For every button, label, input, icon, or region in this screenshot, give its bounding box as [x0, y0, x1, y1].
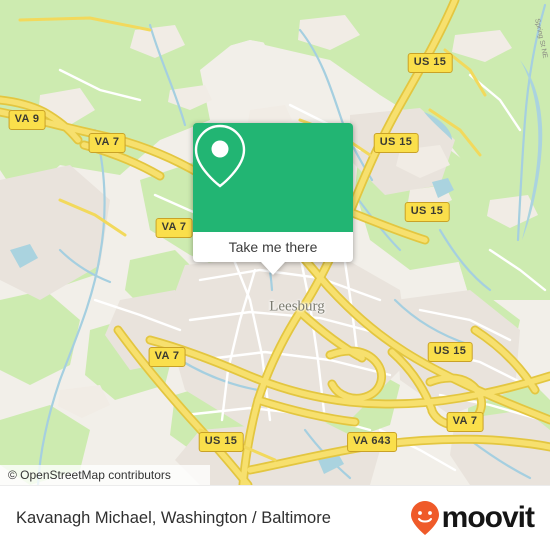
road-shield-us15-se[interactable]: US 15 [427, 342, 473, 362]
take-me-there-button[interactable]: Take me there [193, 232, 353, 262]
road-shield-va9[interactable]: VA 9 [8, 110, 46, 130]
road-shield-va7-east[interactable]: VA 7 [446, 412, 484, 432]
popup-pointer [261, 262, 285, 275]
map-attribution[interactable]: © OpenStreetMap contributors [0, 465, 210, 485]
bottom-bar: Kavanagh Michael, Washington / Baltimore… [0, 485, 550, 550]
location-caption: Kavanagh Michael, Washington / Baltimore [16, 508, 331, 527]
moovit-map-share-card: Leesburg US 15 VA 9 VA 7 US 15 VA 7 US 1… [0, 0, 550, 550]
moovit-pin-smiley-icon [410, 501, 439, 535]
road-shield-va7-nw[interactable]: VA 7 [88, 133, 126, 153]
place-label-leesburg: Leesburg [269, 298, 325, 315]
moovit-logo[interactable]: moovit [410, 500, 535, 536]
road-shield-va7-sw[interactable]: VA 7 [148, 347, 186, 367]
road-shield-us15-south[interactable]: US 15 [198, 432, 244, 452]
location-popup-card[interactable]: Take me there [193, 123, 353, 275]
moovit-wordmark: moovit [441, 501, 535, 534]
road-shield-va7-west[interactable]: VA 7 [155, 218, 193, 238]
map-pin-icon [194, 124, 246, 188]
road-shield-us15-mid[interactable]: US 15 [373, 133, 419, 153]
road-shield-us15-east[interactable]: US 15 [404, 202, 450, 222]
popup-header [193, 123, 353, 232]
road-shield-us15-north[interactable]: US 15 [407, 53, 453, 73]
road-shield-va643[interactable]: VA 643 [347, 432, 397, 452]
map-canvas[interactable]: Leesburg US 15 VA 9 VA 7 US 15 VA 7 US 1… [0, 0, 550, 485]
